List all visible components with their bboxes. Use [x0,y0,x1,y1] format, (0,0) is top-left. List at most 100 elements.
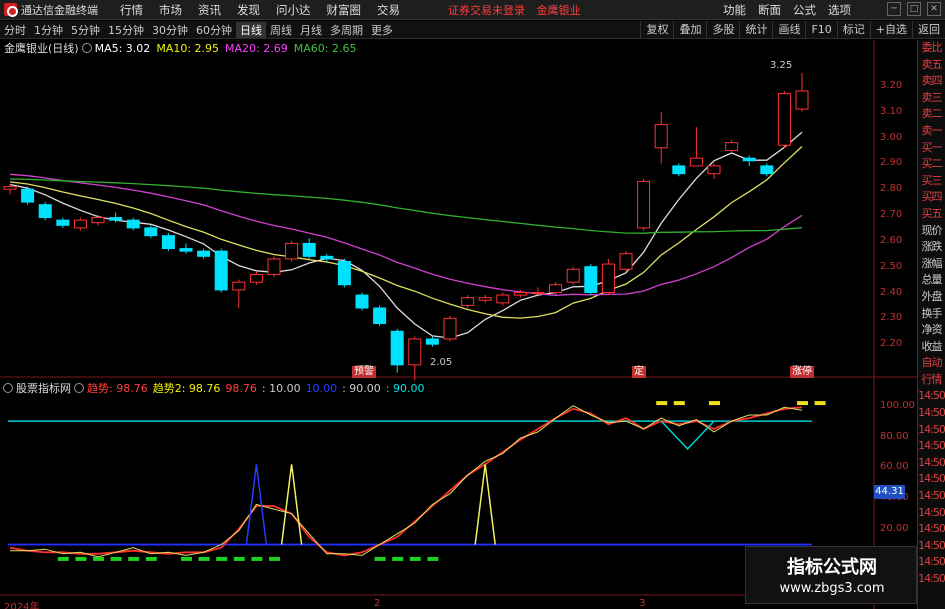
chart-tool-button[interactable]: 统计 [739,21,772,39]
candle-body[interactable] [478,297,492,301]
candle-body[interactable] [21,188,35,203]
quote-panel-item[interactable]: 14:50 [918,438,945,455]
menu-item-trade[interactable]: 交易 [369,0,408,20]
quote-panel-item[interactable]: 卖二 [918,106,945,123]
period-tab[interactable]: 30分钟 [148,22,192,38]
candle-body[interactable] [91,217,105,224]
candle-body[interactable] [777,93,791,146]
quote-panel-item[interactable]: 卖一 [918,123,945,140]
quote-panel-item[interactable]: 14:50 [918,505,945,522]
limit-up-tag[interactable]: 涨停 [790,366,814,378]
maximize-icon[interactable]: □ [907,2,921,16]
candle-body[interactable] [214,250,228,291]
quote-panel-item[interactable]: 14:50 [918,405,945,422]
candle-body[interactable] [601,263,615,293]
chart-tool-button[interactable]: 复权 [640,21,673,39]
quote-panel-item[interactable]: 现价 [918,223,945,240]
candle-body[interactable] [3,186,17,190]
period-tab[interactable]: 周线 [266,22,296,38]
candle-body[interactable] [707,165,721,175]
quote-panel-item[interactable]: 14:50 [918,422,945,439]
candle-body[interactable] [161,235,175,250]
quote-panel-item[interactable]: 14:50 [918,471,945,488]
chart-tool-button[interactable]: 标记 [836,21,870,39]
quote-panel-item[interactable]: 买三 [918,173,945,190]
candle-body[interactable] [408,338,422,366]
candle-body[interactable] [584,266,598,294]
candle-body[interactable] [249,273,263,283]
chart-tool-button[interactable]: +自选 [869,21,912,39]
candle-body[interactable] [672,165,686,175]
menu-item-assistant[interactable]: 问小达 [268,0,319,20]
quote-panel-item[interactable]: 14:50 [918,455,945,472]
close-icon[interactable]: ✕ [927,2,941,16]
candle-body[interactable] [496,294,510,304]
period-tab[interactable]: 多周期 [326,22,367,38]
quote-panel-item[interactable]: 净资 [918,322,945,339]
chart-tool-button[interactable]: 叠加 [673,21,706,39]
menu-item-market[interactable]: 市场 [151,0,190,20]
period-tab[interactable]: 60分钟 [192,22,236,38]
candle-body[interactable] [425,338,439,345]
quote-panel-item[interactable]: 买一 [918,140,945,157]
chart-tool-button[interactable]: 多股 [706,21,739,39]
quote-panel-item[interactable]: 14:50 [918,521,945,538]
candle-body[interactable] [742,157,756,162]
quote-panel-item[interactable]: 卖五 [918,57,945,74]
menu-item-discover[interactable]: 发现 [229,0,268,20]
quote-panel-item[interactable]: 买四 [918,189,945,206]
candle-body[interactable] [73,219,87,229]
period-tab[interactable]: 15分钟 [104,22,148,38]
candle-body[interactable] [619,253,633,270]
menu-item-quotes[interactable]: 行情 [112,0,151,20]
candle-body[interactable] [373,307,387,324]
quote-panel-item[interactable]: 涨跌 [918,239,945,256]
quote-panel-item[interactable]: 收益 [918,339,945,356]
candle-body[interactable] [179,248,193,252]
candle-body[interactable] [654,124,668,149]
quote-panel-item[interactable]: 总量 [918,272,945,289]
candle-body[interactable] [302,242,316,257]
candle-body[interactable] [144,227,158,237]
quote-panel-item[interactable]: 自动 [918,355,945,372]
period-tab[interactable]: 日线 [236,21,266,38]
candle-body[interactable] [689,157,703,167]
candle-body[interactable] [197,250,211,257]
candle-body[interactable] [513,292,527,296]
kline-chart[interactable] [0,40,917,609]
quote-panel-item[interactable]: 涨幅 [918,256,945,273]
candle-body[interactable] [38,204,52,219]
quote-panel-item[interactable]: 买五 [918,206,945,223]
candle-body[interactable] [355,294,369,309]
candle-body[interactable] [637,180,651,229]
menu-item-layout[interactable]: 断面 [752,0,787,20]
period-tab[interactable]: 1分钟 [30,22,67,38]
candle-body[interactable] [549,284,563,293]
candle-body[interactable] [320,255,334,260]
minimize-icon[interactable]: ─ [887,2,901,16]
quote-panel-item[interactable]: 换手 [918,306,945,323]
ding-tag[interactable]: 定 [632,366,646,378]
candle-body[interactable] [795,90,809,110]
menu-item-news[interactable]: 资讯 [190,0,229,20]
candle-body[interactable] [390,330,404,366]
candle-body[interactable] [760,165,774,175]
candle-body[interactable] [285,242,299,260]
candle-body[interactable] [725,142,739,151]
candle-body[interactable] [56,219,70,226]
candle-body[interactable] [531,292,545,294]
quote-panel-item[interactable]: 委比 [918,40,945,57]
candle-body[interactable] [337,261,351,286]
candle-body[interactable] [126,219,140,229]
quote-panel-item[interactable]: 14:50 [918,571,945,588]
login-status[interactable]: 证券交易未登录 [448,4,525,17]
quote-panel-item[interactable]: 14:50 [918,554,945,571]
candle-body[interactable] [232,281,246,291]
menu-item-options[interactable]: 选项 [822,0,857,20]
quote-panel-item[interactable]: 14:50 [918,488,945,505]
quote-panel-item[interactable]: 外盘 [918,289,945,306]
menu-item-function[interactable]: 功能 [717,0,752,20]
chart-tool-button[interactable]: 画线 [772,21,805,39]
menu-item-wealth[interactable]: 财富圈 [319,0,370,20]
chart-tool-button[interactable]: 返回 [912,21,945,39]
